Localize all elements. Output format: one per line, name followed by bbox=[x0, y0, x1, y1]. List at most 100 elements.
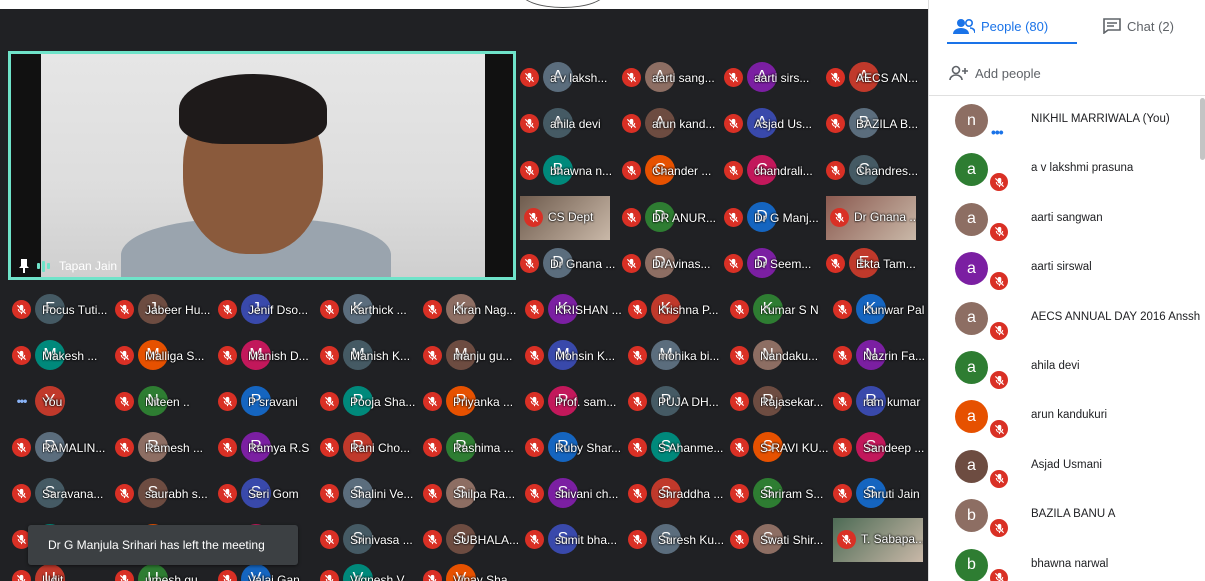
participant-name: Ramesh ... bbox=[145, 441, 204, 455]
participant-tile[interactable]: M Makesh ... bbox=[12, 332, 110, 376]
tab-people[interactable]: People (80) bbox=[953, 8, 1048, 44]
participant-tile[interactable]: D Dr G Manj... bbox=[724, 194, 822, 238]
active-speaker-tile[interactable]: Tapan Jain bbox=[8, 51, 516, 280]
participant-tile[interactable]: ••• Y You bbox=[12, 378, 110, 422]
participant-tile[interactable]: P Priyanka ... bbox=[423, 378, 521, 422]
participant-tile[interactable]: M Manish D... bbox=[218, 332, 316, 376]
pin-icon[interactable] bbox=[19, 259, 29, 273]
participant-tile[interactable]: S Shriram S... bbox=[730, 470, 828, 514]
participant-tile[interactable]: J Jenif Dso... bbox=[218, 286, 316, 330]
participant-video-tile[interactable]: Dr Gnana ... bbox=[826, 196, 916, 240]
participant-tile[interactable]: R Rashima ... bbox=[423, 424, 521, 468]
participant-tile[interactable]: K Kumar S N bbox=[730, 286, 828, 330]
participant-tile[interactable]: S SUBHALA... bbox=[423, 516, 521, 560]
people-list-item[interactable]: n ••• NIKHIL MARRIWALA (You) bbox=[929, 98, 1205, 147]
participant-tile[interactable]: C Chandres... bbox=[826, 147, 924, 191]
participant-tile[interactable]: S Swati Shir... bbox=[730, 516, 828, 560]
participant-tile[interactable]: Ssumit bha... bbox=[525, 516, 623, 560]
participant-tile[interactable]: Aahila devi bbox=[520, 100, 618, 144]
participant-tile[interactable]: P PUJA DH... bbox=[628, 378, 726, 422]
participant-tile[interactable]: V Vignesh V bbox=[320, 556, 418, 581]
participant-tile[interactable]: R Ramya R.S bbox=[218, 424, 316, 468]
people-list-item[interactable]: a a v lakshmi prasuna bbox=[929, 147, 1205, 196]
participant-tile[interactable]: P Pooja Sha... bbox=[320, 378, 418, 422]
participant-tile[interactable]: A AECS AN... bbox=[826, 54, 924, 98]
participant-tile[interactable]: Mmohika bi... bbox=[628, 332, 726, 376]
people-scrollbar[interactable] bbox=[1200, 98, 1205, 160]
participant-tile[interactable]: Ssaurabh s... bbox=[115, 470, 213, 514]
participant-tile[interactable]: Bbhawna n... bbox=[520, 147, 618, 191]
participant-tile[interactable]: K Kunwar Pal bbox=[833, 286, 928, 330]
participant-tile[interactable]: Aaarti sang... bbox=[622, 54, 720, 98]
mic-off-icon bbox=[730, 438, 749, 457]
participant-tile[interactable]: Cchandrali... bbox=[724, 147, 822, 191]
participant-tile[interactable]: Aa v laksh... bbox=[520, 54, 618, 98]
participant-tile[interactable]: Mmanju gu... bbox=[423, 332, 521, 376]
participant-tile[interactable]: R RAMALIN... bbox=[12, 424, 110, 468]
people-list-item[interactable]: a AECS ANNUAL DAY 2016 Anssh bbox=[929, 296, 1205, 345]
participant-tile[interactable]: S Sandeep ... bbox=[833, 424, 928, 468]
participant-tile[interactable]: S Shalini Ve... bbox=[320, 470, 418, 514]
people-list-item[interactable]: b BAZILA BANU A bbox=[929, 493, 1205, 542]
people-list-item[interactable]: a Asjad Usmani bbox=[929, 444, 1205, 493]
participant-tile[interactable]: K Karthick ... bbox=[320, 286, 418, 330]
participant-video-tile[interactable]: T. Sabapa... bbox=[833, 518, 923, 562]
participant-tile[interactable]: R Rajasekar... bbox=[730, 378, 828, 422]
participant-tile[interactable]: R Ramesh ... bbox=[115, 424, 213, 468]
participant-tile[interactable]: M Manish K... bbox=[320, 332, 418, 376]
participant-tile[interactable]: D DR ANUR... bbox=[622, 194, 720, 238]
participant-tile[interactable]: N Nazrin Fa... bbox=[833, 332, 928, 376]
participant-tile[interactable]: P Prof. sam... bbox=[525, 378, 623, 422]
participant-tile[interactable]: Aaarti sirs... bbox=[724, 54, 822, 98]
participant-name: Vinay Sha... bbox=[453, 573, 518, 581]
participant-tile[interactable]: N Nandaku... bbox=[730, 332, 828, 376]
participant-tile[interactable]: K Krishna P... bbox=[628, 286, 726, 330]
people-list-item[interactable]: b bhawna narwal bbox=[929, 543, 1205, 581]
mic-off-icon bbox=[724, 68, 743, 87]
participant-tile[interactable]: K Kiran Nag... bbox=[423, 286, 521, 330]
participant-tile[interactable]: N Niteen .. bbox=[115, 378, 213, 422]
people-list-item[interactable]: a arun kandukuri bbox=[929, 394, 1205, 443]
mic-off-icon bbox=[525, 484, 544, 503]
participant-tile[interactable]: J Jabeer Hu... bbox=[115, 286, 213, 330]
participant-tile[interactable]: Rram kumar bbox=[833, 378, 928, 422]
participant-tile[interactable]: E Ekta Tam... bbox=[826, 240, 924, 284]
participant-tile[interactable]: S Shilpa Ra... bbox=[423, 470, 521, 514]
participant-tile[interactable]: M Malliga S... bbox=[115, 332, 213, 376]
participant-tile[interactable]: K KRISHAN ... bbox=[525, 286, 623, 330]
mic-off-icon bbox=[833, 346, 852, 365]
add-people-button[interactable]: Add people bbox=[949, 60, 1041, 86]
participant-tile[interactable]: B BAZILA B... bbox=[826, 100, 924, 144]
people-list-item[interactable]: a aarti sangwan bbox=[929, 197, 1205, 246]
participant-tile[interactable]: F Focus Tuti... bbox=[12, 286, 110, 330]
participant-tile[interactable]: R Rani Cho... bbox=[320, 424, 418, 468]
more-options-icon[interactable]: ••• bbox=[991, 124, 1004, 140]
mic-off-icon bbox=[628, 530, 647, 549]
participant-video-tile[interactable]: CS Dept bbox=[520, 196, 610, 240]
participant-tile[interactable]: D Dr Gnana ... bbox=[520, 240, 618, 284]
people-list-item[interactable]: a ahila devi bbox=[929, 345, 1205, 394]
participant-tile[interactable]: D DrAvinas... bbox=[622, 240, 720, 284]
tab-chat[interactable]: Chat (2) bbox=[1103, 8, 1174, 44]
participant-tile[interactable]: C Chander ... bbox=[622, 147, 720, 191]
more-options-icon[interactable]: ••• bbox=[12, 392, 31, 411]
participant-tile[interactable]: S Shruti Jain bbox=[833, 470, 928, 514]
participant-tile[interactable]: S Srinivasa ... bbox=[320, 516, 418, 560]
participant-tile[interactable]: Aarun kand... bbox=[622, 100, 720, 144]
participant-tile[interactable]: S Suresh Ku... bbox=[628, 516, 726, 560]
participant-tile[interactable]: V Vinay Sha... bbox=[423, 556, 521, 581]
participant-tile[interactable]: A Asjad Us... bbox=[724, 100, 822, 144]
people-list-item[interactable]: a aarti sirswal bbox=[929, 246, 1205, 295]
participant-tile[interactable]: R Ruby Shar... bbox=[525, 424, 623, 468]
participant-tile[interactable]: SS Ahanme... bbox=[628, 424, 726, 468]
participant-tile[interactable]: M Mohsin K... bbox=[525, 332, 623, 376]
participant-tile[interactable]: S Shraddha ... bbox=[628, 470, 726, 514]
participant-tile[interactable]: PP sravani bbox=[218, 378, 316, 422]
participant-tile[interactable]: S Saravana... bbox=[12, 470, 110, 514]
participant-tile[interactable]: S Seri Gom bbox=[218, 470, 316, 514]
person-name: aarti sangwan bbox=[1031, 211, 1103, 224]
participant-tile[interactable]: Sshivani ch... bbox=[525, 470, 623, 514]
participant-tile[interactable]: SS RAVI KU... bbox=[730, 424, 828, 468]
participant-tile[interactable]: D Dr Seem... bbox=[724, 240, 822, 284]
participant-name: Jabeer Hu... bbox=[145, 303, 211, 317]
